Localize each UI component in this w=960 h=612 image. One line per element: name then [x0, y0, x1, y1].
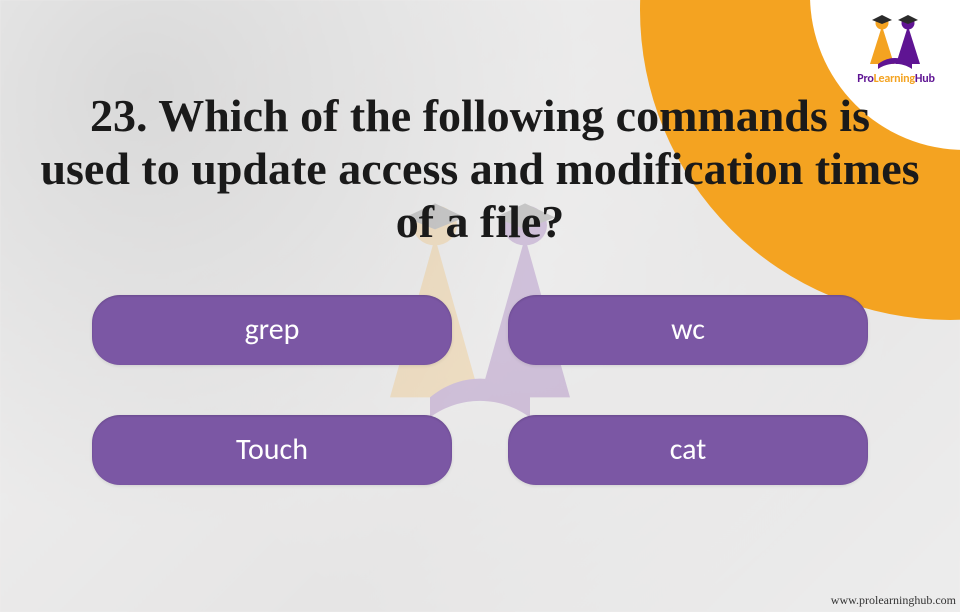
- option-label: cat: [670, 431, 707, 468]
- content-area: 23. Which of the following commands is u…: [0, 90, 960, 485]
- option-label: wc: [671, 311, 705, 348]
- brand-logo: ProLearningHub: [836, 6, 956, 86]
- option-label: grep: [245, 311, 300, 348]
- option-wc[interactable]: wc: [508, 295, 868, 365]
- brand-name: ProLearningHub: [836, 72, 956, 86]
- brand-name-learning: Learning: [874, 72, 915, 86]
- footer-url: www.prolearninghub.com: [831, 593, 956, 608]
- option-touch[interactable]: Touch: [92, 415, 452, 485]
- option-grep[interactable]: grep: [92, 295, 452, 365]
- slide-stage: ProLearningHub 23. Which of the followin…: [0, 0, 960, 612]
- option-cat[interactable]: cat: [508, 415, 868, 485]
- grad-cap-icon: [860, 6, 932, 70]
- brand-name-pro: Pro: [857, 72, 873, 86]
- option-label: Touch: [236, 431, 308, 468]
- brand-name-hub: Hub: [915, 72, 935, 86]
- options-grid: grep wc Touch cat: [40, 295, 920, 485]
- question-text: 23. Which of the following commands is u…: [40, 90, 920, 249]
